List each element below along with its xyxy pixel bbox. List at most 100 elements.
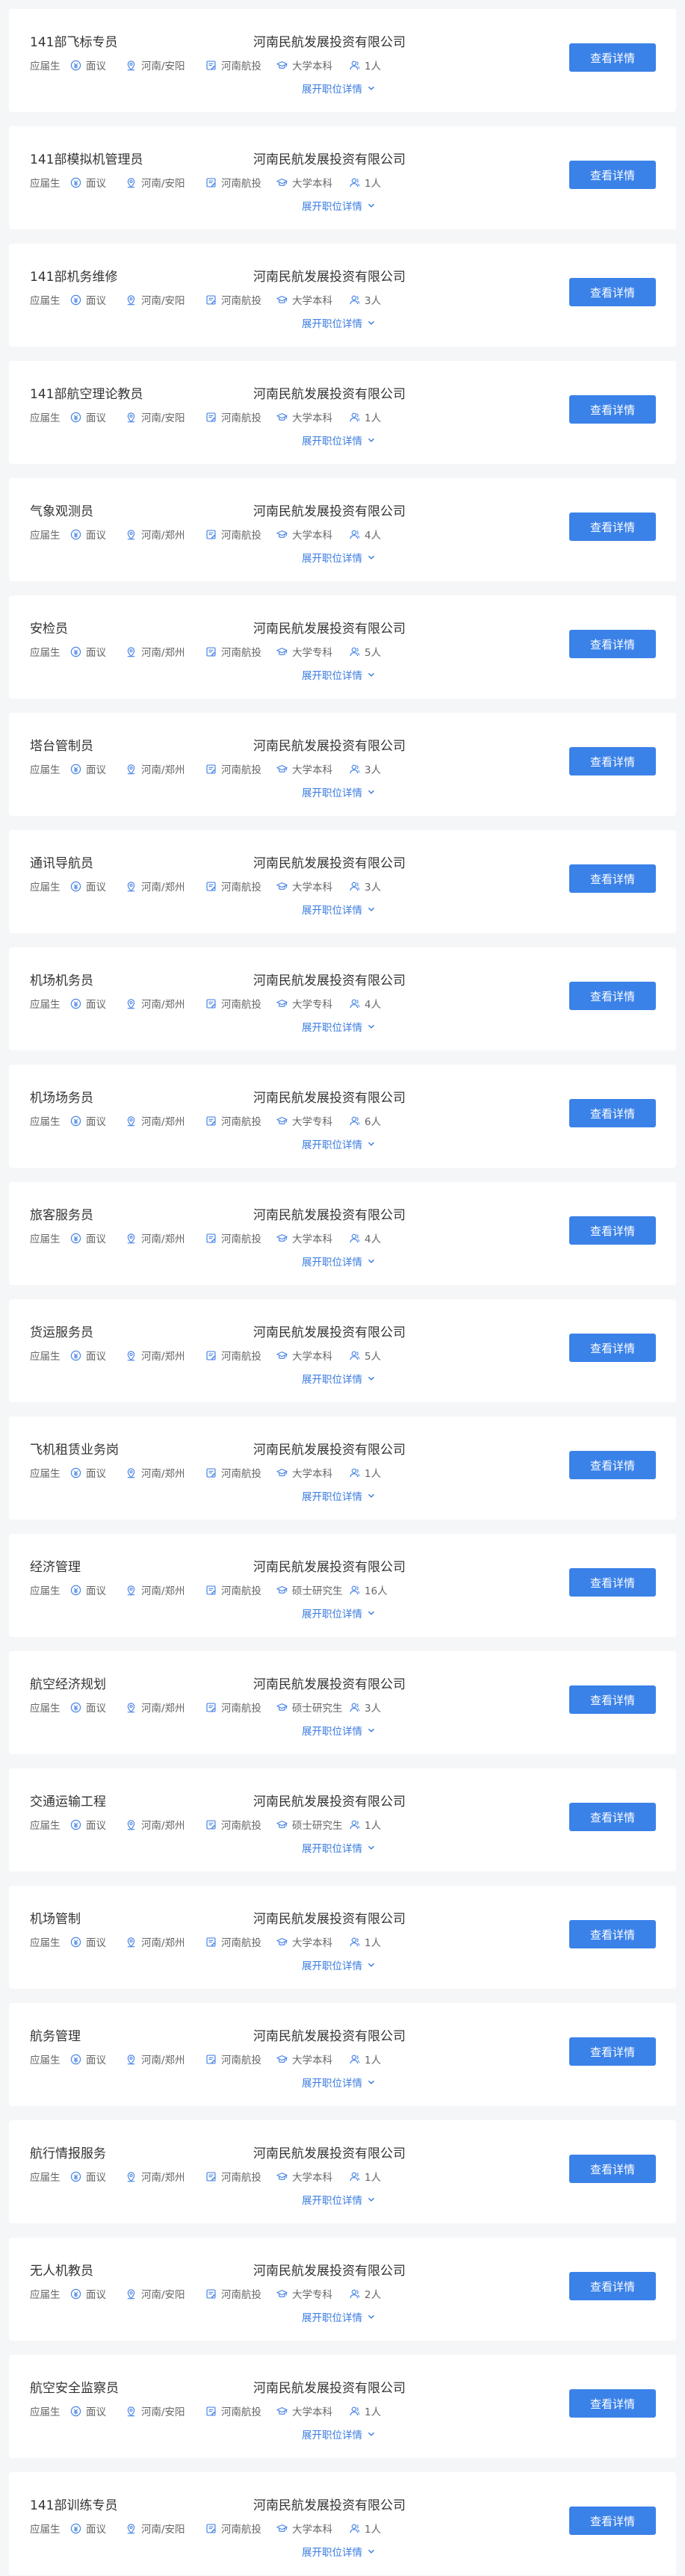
- view-details-button[interactable]: 查看详情: [569, 747, 656, 775]
- view-details-button[interactable]: 查看详情: [569, 1685, 656, 1714]
- view-details-button[interactable]: 查看详情: [569, 864, 656, 893]
- view-details-button[interactable]: 查看详情: [569, 982, 656, 1010]
- view-details-button[interactable]: 查看详情: [569, 1568, 656, 1597]
- company-name[interactable]: 河南民航发展投资有限公司: [253, 2495, 406, 2513]
- salary-text: 面议: [86, 647, 106, 659]
- company-name[interactable]: 河南民航发展投资有限公司: [253, 1674, 406, 1692]
- person-icon: [349, 2406, 360, 2417]
- expand-details-link[interactable]: 展开职位详情: [302, 1019, 376, 1034]
- job-title[interactable]: 机场机务员: [30, 970, 93, 988]
- job-title[interactable]: 141部模拟机管理员: [30, 149, 143, 167]
- expand-details-link[interactable]: 展开职位详情: [302, 315, 376, 330]
- expand-details-link[interactable]: 展开职位详情: [302, 2075, 376, 2090]
- job-title[interactable]: 通讯导航员: [30, 852, 93, 871]
- job-title[interactable]: 交通运输工程: [30, 1791, 106, 1809]
- company-name[interactable]: 河南民航发展投资有限公司: [253, 1322, 406, 1340]
- company-name[interactable]: 河南民航发展投资有限公司: [253, 1439, 406, 1458]
- job-title[interactable]: 航务管理: [30, 2025, 81, 2044]
- job-title[interactable]: 141部航空理论教员: [30, 383, 143, 402]
- job-title[interactable]: 141部飞标专员: [30, 31, 117, 50]
- job-title[interactable]: 航行情报服务: [30, 2143, 106, 2161]
- education: 大学专科: [276, 2287, 332, 2301]
- expand-details-link[interactable]: 展开职位详情: [302, 433, 376, 448]
- expand-details-link[interactable]: 展开职位详情: [302, 2309, 376, 2324]
- view-details-button[interactable]: 查看详情: [569, 1451, 656, 1479]
- company-name[interactable]: 河南民航发展投资有限公司: [253, 2377, 406, 2396]
- job-title[interactable]: 飞机租赁业务岗: [30, 1439, 119, 1458]
- expand-details-link[interactable]: 展开职位详情: [302, 1606, 376, 1620]
- view-details-button[interactable]: 查看详情: [569, 2389, 656, 2418]
- expand-details-link[interactable]: 展开职位详情: [302, 2544, 376, 2559]
- job-title[interactable]: 141部机务维修: [30, 266, 117, 285]
- expand-details-link[interactable]: 展开职位详情: [302, 2192, 376, 2207]
- job-title[interactable]: 机场场务员: [30, 1087, 93, 1106]
- expand-details-link[interactable]: 展开职位详情: [302, 1488, 376, 1503]
- view-details-button[interactable]: 查看详情: [569, 161, 656, 189]
- job-title[interactable]: 旅客服务员: [30, 1204, 93, 1223]
- job-title[interactable]: 货运服务员: [30, 1322, 93, 1340]
- company-name[interactable]: 河南民航发展投资有限公司: [253, 1204, 406, 1223]
- company-name[interactable]: 河南民航发展投资有限公司: [253, 149, 406, 167]
- job-title[interactable]: 塔台管制员: [30, 735, 93, 754]
- expand-details-link[interactable]: 展开职位详情: [302, 1957, 376, 1972]
- view-details-button[interactable]: 查看详情: [569, 1334, 656, 1362]
- expand-details-link[interactable]: 展开职位详情: [302, 902, 376, 917]
- graduation-cap-icon: [276, 764, 288, 775]
- job-type: 应届生: [30, 997, 61, 1011]
- chevron-down-icon: [367, 1257, 376, 1266]
- job-title[interactable]: 安检员: [30, 618, 68, 637]
- company-name[interactable]: 河南民航发展投资有限公司: [253, 2260, 406, 2279]
- view-details-button[interactable]: 查看详情: [569, 630, 656, 658]
- expand-details-label: 展开职位详情: [302, 670, 362, 682]
- company-name[interactable]: 河南民航发展投资有限公司: [253, 1791, 406, 1809]
- view-details-button[interactable]: 查看详情: [569, 2272, 656, 2300]
- expand-details-link[interactable]: 展开职位详情: [302, 198, 376, 213]
- company-name[interactable]: 河南民航发展投资有限公司: [253, 1087, 406, 1106]
- expand-details-link[interactable]: 展开职位详情: [302, 667, 376, 682]
- job-title[interactable]: 无人机教员: [30, 2260, 93, 2279]
- view-details-button[interactable]: 查看详情: [569, 2507, 656, 2535]
- job-card: 141部模拟机管理员 河南民航发展投资有限公司 应届生 面议 河南/安阳 河南航投 大学本科…: [9, 126, 676, 229]
- view-details-button[interactable]: 查看详情: [569, 1216, 656, 1245]
- company-name[interactable]: 河南民航发展投资有限公司: [253, 31, 406, 50]
- view-details-button[interactable]: 查看详情: [569, 1099, 656, 1127]
- job-type-text: 应届生: [30, 295, 61, 307]
- expand-details-link[interactable]: 展开职位详情: [302, 1136, 376, 1151]
- view-details-button[interactable]: 查看详情: [569, 1920, 656, 1948]
- company-name[interactable]: 河南民航发展投资有限公司: [253, 266, 406, 285]
- view-details-button[interactable]: 查看详情: [569, 513, 656, 541]
- expand-details-link[interactable]: 展开职位详情: [302, 1840, 376, 1855]
- job-title[interactable]: 气象观测员: [30, 501, 93, 519]
- company-name[interactable]: 河南民航发展投资有限公司: [253, 735, 406, 754]
- job-title[interactable]: 141部训练专员: [30, 2495, 117, 2513]
- company-name[interactable]: 河南民航发展投资有限公司: [253, 852, 406, 871]
- expand-details-link[interactable]: 展开职位详情: [302, 2427, 376, 2442]
- company-name[interactable]: 河南民航发展投资有限公司: [253, 1556, 406, 1575]
- expand-details-link[interactable]: 展开职位详情: [302, 784, 376, 799]
- view-details-button[interactable]: 查看详情: [569, 395, 656, 424]
- expand-details-link[interactable]: 展开职位详情: [302, 1371, 376, 1386]
- company-name[interactable]: 河南民航发展投资有限公司: [253, 2143, 406, 2161]
- expand-details-link[interactable]: 展开职位详情: [302, 1723, 376, 1738]
- company-name[interactable]: 河南民航发展投资有限公司: [253, 618, 406, 637]
- view-details-button[interactable]: 查看详情: [569, 43, 656, 72]
- job-title[interactable]: 经济管理: [30, 1556, 81, 1575]
- company-name[interactable]: 河南民航发展投资有限公司: [253, 501, 406, 519]
- company-name[interactable]: 河南民航发展投资有限公司: [253, 383, 406, 402]
- expand-details-link[interactable]: 展开职位详情: [302, 1254, 376, 1269]
- job-title[interactable]: 航空安全监察员: [30, 2377, 119, 2396]
- expand-details-link[interactable]: 展开职位详情: [302, 81, 376, 96]
- expand-details-label: 展开职位详情: [302, 84, 362, 96]
- company-name[interactable]: 河南民航发展投资有限公司: [253, 2025, 406, 2044]
- salary-text: 面议: [86, 1468, 106, 1480]
- view-details-button[interactable]: 查看详情: [569, 278, 656, 306]
- view-details-button[interactable]: 查看详情: [569, 2155, 656, 2183]
- view-details-button[interactable]: 查看详情: [569, 2037, 656, 2066]
- job-title[interactable]: 航空经济规划: [30, 1674, 106, 1692]
- company-name[interactable]: 河南民航发展投资有限公司: [253, 1908, 406, 1927]
- job-title[interactable]: 机场管制: [30, 1908, 81, 1927]
- view-details-button[interactable]: 查看详情: [569, 1803, 656, 1831]
- company-name[interactable]: 河南民航发展投资有限公司: [253, 970, 406, 988]
- expand-details-link[interactable]: 展开职位详情: [302, 550, 376, 565]
- document-icon: [205, 646, 217, 657]
